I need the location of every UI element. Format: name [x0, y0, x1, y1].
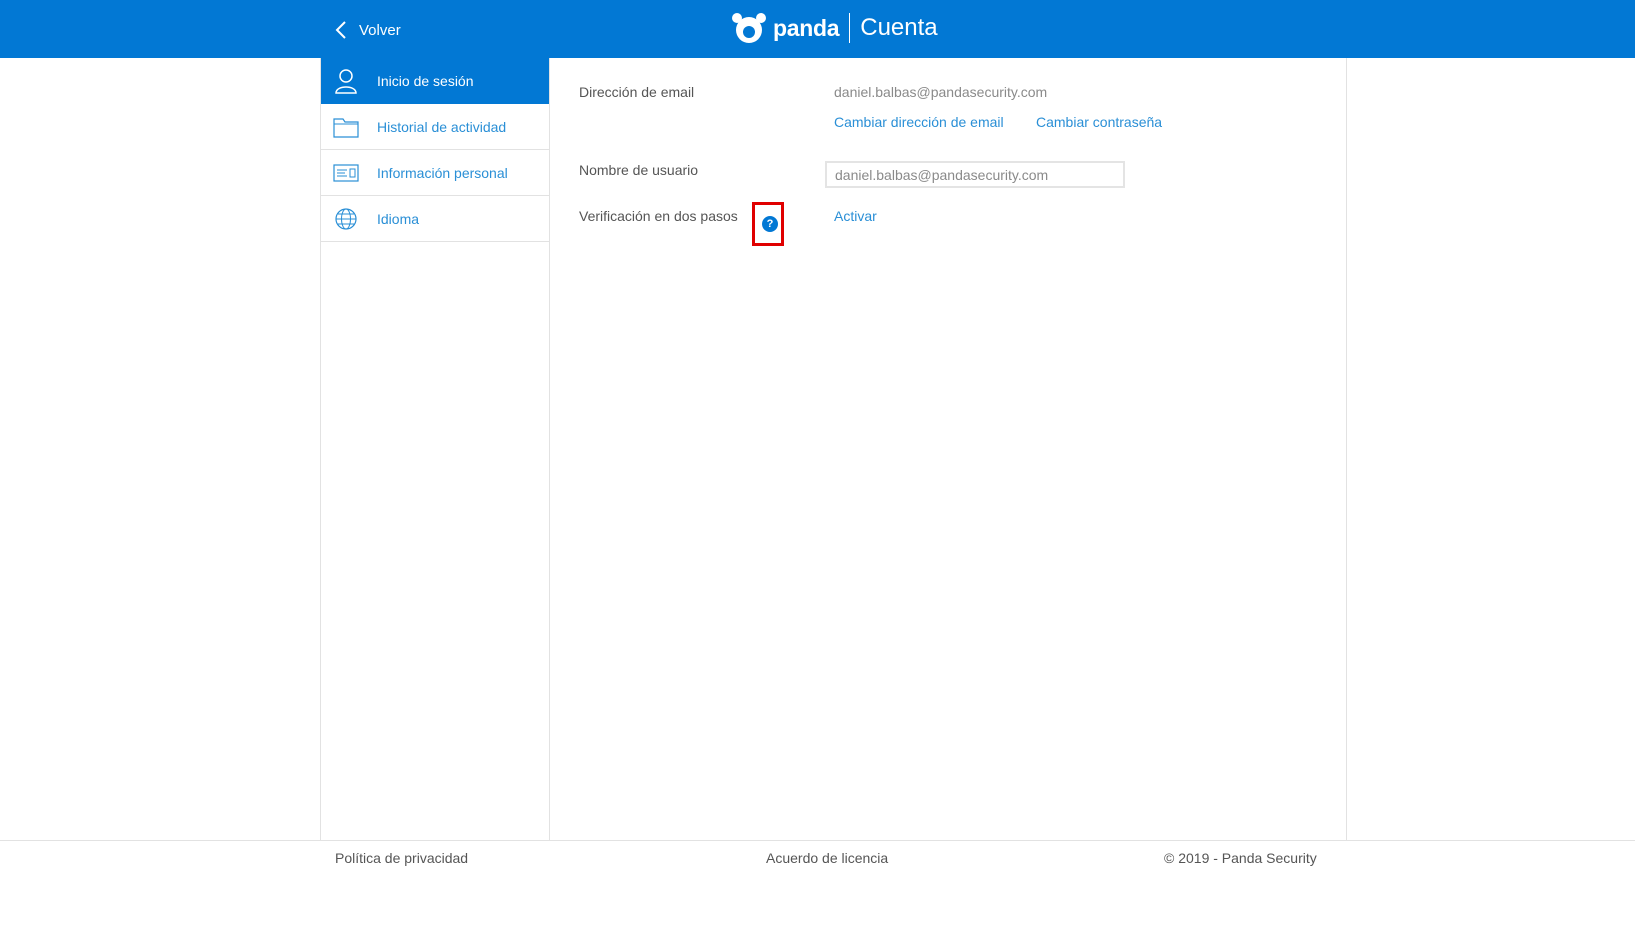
username-label: Nombre de usuario: [579, 162, 699, 178]
change-password-link[interactable]: Cambiar contraseña: [1036, 114, 1162, 130]
user-icon: [333, 68, 359, 94]
two-step-label: Verificación en dos pasos: [579, 208, 738, 224]
sidebar-item-personal-info[interactable]: Información personal: [321, 150, 549, 196]
app-title: Cuenta: [860, 14, 938, 41]
privacy-policy-link[interactable]: Política de privacidad: [335, 850, 468, 866]
sidebar-item-label: Inicio de sesión: [377, 72, 474, 89]
change-email-link[interactable]: Cambiar dirección de email: [834, 114, 1004, 130]
email-value: daniel.balbas@pandasecurity.com: [834, 84, 1048, 100]
copyright-text: © 2019 - Panda Security: [1164, 850, 1317, 866]
email-label: Dirección de email: [579, 84, 695, 100]
back-button[interactable]: Volver: [335, 17, 401, 43]
sidebar-item-language[interactable]: Idioma: [321, 196, 549, 242]
main-content: Dirección de email daniel.balbas@pandase…: [550, 58, 1345, 840]
activate-two-step-link[interactable]: Activar: [834, 208, 877, 224]
sidebar: Inicio de sesión Historial de actividad: [321, 58, 550, 840]
sidebar-item-login[interactable]: Inicio de sesión: [321, 58, 549, 104]
top-bar: Volver panda Cuenta: [0, 0, 1635, 58]
globe-icon: [333, 206, 359, 232]
license-agreement-link[interactable]: Acuerdo de licencia: [766, 850, 888, 866]
highlight-box: [752, 202, 784, 246]
brand-divider: [849, 13, 851, 43]
sidebar-item-label: Información personal: [377, 164, 508, 181]
id-card-icon: [333, 160, 359, 186]
sidebar-item-activity-history[interactable]: Historial de actividad: [321, 104, 549, 150]
folder-icon: [333, 114, 359, 140]
sidebar-item-label: Idioma: [377, 210, 420, 227]
footer-divider: [0, 840, 1635, 841]
panda-logo-icon: [732, 13, 766, 43]
brand-name: panda: [773, 14, 840, 41]
back-label: Volver: [359, 21, 401, 39]
brand: panda Cuenta: [731, 11, 938, 45]
account-page: Inicio de sesión Historial de actividad: [320, 58, 1347, 840]
username-field[interactable]: [825, 161, 1125, 188]
chevron-left-icon: [335, 21, 346, 39]
sidebar-item-label: Historial de actividad: [377, 118, 507, 135]
